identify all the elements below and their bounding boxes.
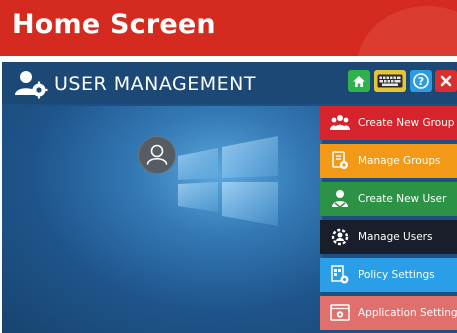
banner-title: Home Screen [12,9,216,40]
home-icon [353,75,365,87]
menu-item-label: Create New User [358,193,447,205]
menu-item-create-new-user[interactable]: Create New User [320,182,457,216]
menu-item-policy-settings[interactable]: Policy Settings [320,258,457,292]
help-icon: ? [413,73,429,89]
user-avatar-icon [146,144,168,165]
user-management-window: USER MANAGEMENT ? Create New Group Manag… [2,62,457,333]
title-bar: USER MANAGEMENT ? [2,62,457,104]
menu-item-manage-users[interactable]: Manage Users [320,220,457,254]
menu-item-label: Create New Group [358,117,455,129]
windows-logo-icon [178,136,278,226]
help-glyph: ? [418,75,424,88]
keyboard-icon [377,74,403,88]
home-screen-banner: Home Screen [0,0,457,56]
help-button[interactable]: ? [410,70,432,92]
menu-item-label: Manage Users [358,231,433,243]
app-settings-icon [330,304,350,321]
close-icon [440,75,452,87]
menu-item-label: Manage Groups [358,155,441,167]
app-title: USER MANAGEMENT [54,73,256,95]
policy-icon [331,265,349,284]
menu-item-label: Policy Settings [358,269,435,281]
create-group-icon [330,115,350,130]
main-menu: Create New Group Manage Groups Create Ne… [320,106,457,333]
login-avatar[interactable] [138,136,176,174]
menu-item-label: Application Settings [358,307,457,319]
keyboard-button[interactable] [374,70,406,92]
create-user-icon [332,190,348,208]
close-button[interactable] [435,70,457,92]
manage-users-icon [331,228,349,246]
banner-decoration [357,6,457,56]
menu-item-create-new-group[interactable]: Create New Group [320,106,457,140]
user-management-logo-icon [15,71,48,99]
menu-item-manage-groups[interactable]: Manage Groups [320,144,457,178]
manage-groups-icon [332,151,348,169]
desktop-background [2,106,322,333]
home-button[interactable] [348,70,370,92]
menu-item-application-settings[interactable]: Application Settings [320,296,457,330]
